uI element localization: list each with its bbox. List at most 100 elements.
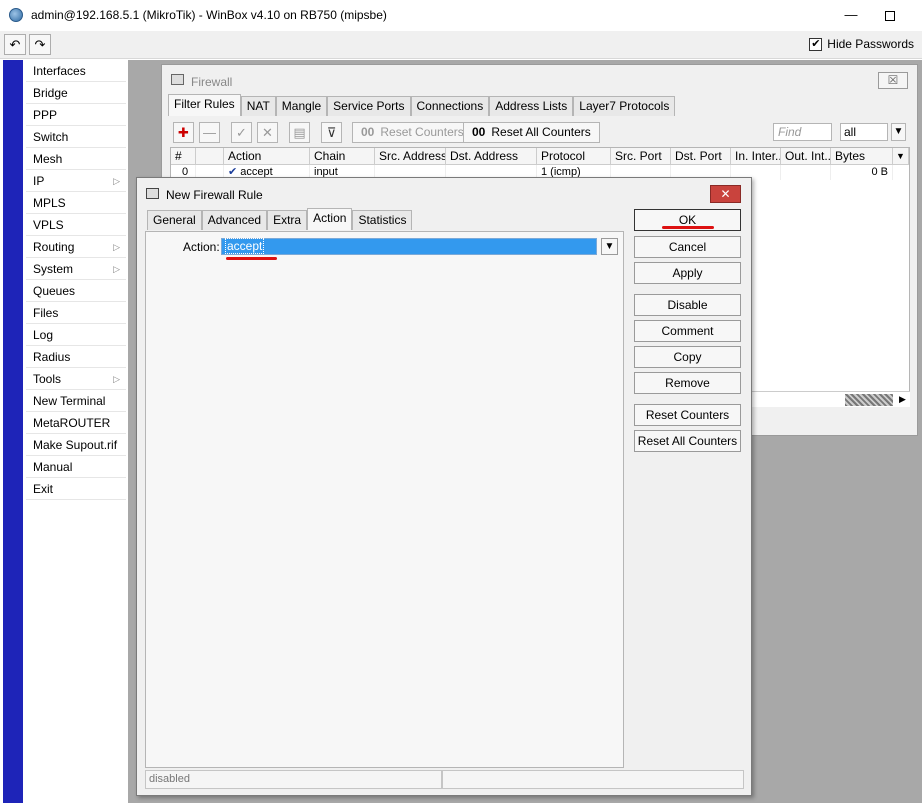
minimize-button[interactable]: —: [836, 4, 866, 26]
column-header[interactable]: Protocol: [537, 148, 611, 164]
redo-button[interactable]: ↷: [29, 34, 51, 55]
sidebar-item-mpls[interactable]: MPLS: [26, 192, 126, 214]
sidebar-item-manual[interactable]: Manual: [26, 456, 126, 478]
sidebar-item-radius[interactable]: Radius: [26, 346, 126, 368]
copy-button[interactable]: Copy: [634, 346, 741, 368]
tab-nat[interactable]: NAT: [240, 96, 276, 116]
sidebar-item-exit[interactable]: Exit: [26, 478, 126, 500]
comment-rule-button[interactable]: ▤: [289, 122, 310, 143]
sidebar-menu: Interfaces Bridge PPP Switch Mesh IP ▷ MP…: [26, 60, 126, 803]
column-header[interactable]: [196, 148, 224, 164]
sidebar-item-system[interactable]: System ▷: [26, 258, 126, 280]
firewall-close-button[interactable]: ☒: [878, 72, 908, 89]
tab-address-lists[interactable]: Address Lists: [489, 96, 574, 116]
hide-passwords-label: Hide Passwords: [827, 37, 914, 51]
dialog-title: New Firewall Rule: [166, 188, 263, 202]
sidebar-item-files[interactable]: Files: [26, 302, 126, 324]
remove-rule-button[interactable]: —: [199, 122, 220, 143]
tab-connections[interactable]: Connections: [410, 96, 490, 116]
hide-passwords-checkbox[interactable]: ✔: [809, 37, 823, 51]
table-header: # Action Chain Src. Address Dst. Address…: [171, 148, 909, 165]
column-header[interactable]: Dst. Port: [671, 148, 731, 164]
firewall-tabs: Filter Rules NAT Mangle Service Ports Co…: [168, 94, 676, 116]
action-label: Action:: [183, 240, 220, 254]
scrollbar-thumb[interactable]: [845, 394, 893, 406]
red-underline-annotation: [226, 257, 277, 260]
column-header[interactable]: Action: [224, 148, 310, 164]
find-input[interactable]: Find: [773, 123, 832, 141]
reset-all-counters-button[interactable]: Reset All Counters: [634, 430, 741, 452]
column-header[interactable]: Chain: [310, 148, 375, 164]
sidebar-item-tools[interactable]: Tools ▷: [26, 368, 126, 390]
remove-button[interactable]: Remove: [634, 372, 741, 394]
filter-dropdown-button[interactable]: ▼: [891, 123, 906, 141]
action-tab-panel: Action: accept ▼: [145, 231, 624, 768]
sidebar-item-switch[interactable]: Switch: [26, 126, 126, 148]
action-select[interactable]: accept: [221, 238, 597, 255]
main-toolbar: ↶ ↷ ✔ Hide Passwords: [0, 31, 922, 59]
window-title-bar: admin@192.168.5.1 (MikroTik) - WinBox v4…: [0, 0, 922, 31]
disable-button[interactable]: Disable: [634, 294, 741, 316]
rule-bytes: 0 B: [831, 165, 893, 180]
minus-icon: —: [203, 125, 216, 140]
chevron-down-icon: ▼: [893, 126, 904, 137]
enable-rule-button[interactable]: ✓: [231, 122, 252, 143]
tab-action[interactable]: Action: [307, 208, 353, 230]
sidebar-item-queues[interactable]: Queues: [26, 280, 126, 302]
reset-counters-button[interactable]: 00 Reset Counters: [352, 122, 473, 143]
tab-layer7-protocols[interactable]: Layer7 Protocols: [573, 96, 676, 116]
add-rule-button[interactable]: ✚: [173, 122, 194, 143]
column-header[interactable]: Out. Int...: [781, 148, 831, 164]
sidebar-item-interfaces[interactable]: Interfaces: [26, 60, 126, 82]
sidebar-item-ip[interactable]: IP ▷: [26, 170, 126, 192]
column-header[interactable]: Src. Port: [611, 148, 671, 164]
plus-icon: ✚: [178, 125, 189, 140]
tab-general[interactable]: General: [147, 210, 202, 230]
action-value: accept: [225, 238, 265, 254]
sidebar-item-vpls[interactable]: VPLS: [26, 214, 126, 236]
action-dropdown-button[interactable]: ▼: [601, 238, 618, 255]
sidebar-item-new-terminal[interactable]: New Terminal: [26, 390, 126, 412]
sidebar-item-mesh[interactable]: Mesh: [26, 148, 126, 170]
sidebar-item-ppp[interactable]: PPP: [26, 104, 126, 126]
dialog-title-bar: New Firewall Rule ✕: [137, 178, 751, 208]
apply-button[interactable]: Apply: [634, 262, 741, 284]
columns-menu-button[interactable]: ▼: [893, 148, 909, 164]
reset-all-counters-button[interactable]: 00 Reset All Counters: [463, 122, 600, 143]
winbox-side-strip: [3, 60, 23, 803]
submenu-arrow-icon: ▷: [113, 264, 120, 274]
sidebar-item-log[interactable]: Log: [26, 324, 126, 346]
dialog-close-button[interactable]: ✕: [710, 185, 741, 203]
tab-service-ports[interactable]: Service Ports: [327, 96, 411, 116]
sidebar-item-make-supout[interactable]: Make Supout.rif: [26, 434, 126, 456]
cancel-button[interactable]: Cancel: [634, 236, 741, 258]
column-header[interactable]: Src. Address: [375, 148, 446, 164]
tab-extra[interactable]: Extra: [267, 210, 308, 230]
new-firewall-rule-dialog: New Firewall Rule ✕ General Advanced Ext…: [136, 177, 752, 796]
maximize-button[interactable]: [875, 4, 905, 26]
tab-filter-rules[interactable]: Filter Rules: [168, 94, 241, 116]
tab-statistics[interactable]: Statistics: [352, 210, 413, 230]
firewall-title: Firewall: [191, 75, 233, 89]
reset-counters-button[interactable]: Reset Counters: [634, 404, 741, 426]
column-header[interactable]: Bytes: [831, 148, 893, 164]
undo-button[interactable]: ↶: [4, 34, 26, 55]
tab-mangle[interactable]: Mangle: [275, 96, 328, 116]
filter-button[interactable]: ⊽: [321, 122, 342, 143]
submenu-arrow-icon: ▷: [113, 374, 120, 384]
tab-advanced[interactable]: Advanced: [201, 210, 268, 230]
hide-passwords-toggle[interactable]: ✔ Hide Passwords: [809, 37, 914, 51]
column-header[interactable]: Dst. Address: [446, 148, 537, 164]
sidebar-item-bridge[interactable]: Bridge: [26, 82, 126, 104]
comment-button[interactable]: Comment: [634, 320, 741, 342]
disable-rule-button[interactable]: ✕: [257, 122, 278, 143]
red-underline-annotation: [662, 226, 714, 229]
sidebar-item-metarouter[interactable]: MetaROUTER: [26, 412, 126, 434]
scroll-right-icon[interactable]: ▶: [895, 392, 910, 407]
column-header[interactable]: In. Inter...: [731, 148, 781, 164]
sidebar-item-routing[interactable]: Routing ▷: [26, 236, 126, 258]
column-header[interactable]: #: [171, 148, 196, 164]
undo-icon: ↶: [9, 37, 21, 52]
redo-icon: ↷: [34, 37, 46, 52]
filter-select[interactable]: all: [840, 123, 888, 141]
